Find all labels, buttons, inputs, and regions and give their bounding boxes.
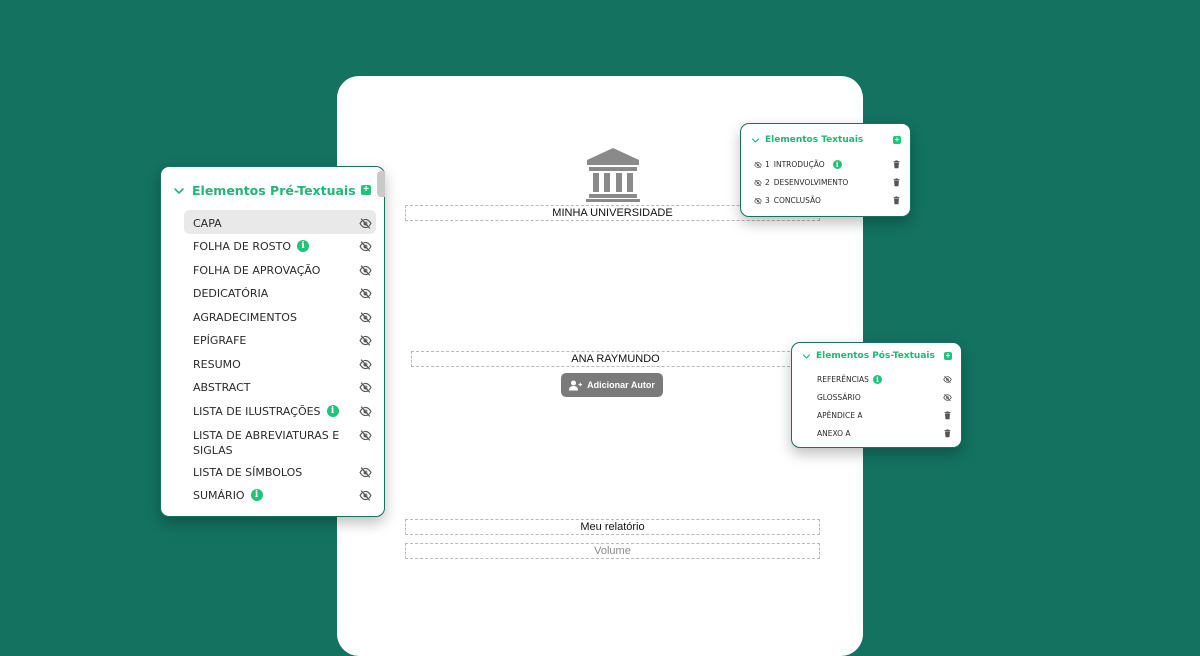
author-field[interactable]: ANA RAYMUNDO <box>411 351 820 367</box>
eye-off-icon[interactable] <box>359 311 372 324</box>
eye-off-icon[interactable] <box>943 375 952 384</box>
pre-textual-item-label: EPÍGRAFE <box>193 334 247 347</box>
textual-item-number: 2 <box>765 178 770 187</box>
info-icon[interactable]: i <box>832 160 842 169</box>
textual-item-label: CONCLUSÃO <box>773 196 821 205</box>
pre-textual-item[interactable]: FOLHA DE ROSTO i <box>193 239 343 254</box>
textual-header[interactable]: Elementos Textuais <box>751 135 863 145</box>
trash-icon[interactable] <box>892 178 901 187</box>
post-textual-item-label: GLOSSÁRIO <box>817 393 861 402</box>
post-textual-item[interactable]: GLOSSÁRIO <box>817 393 861 402</box>
pre-textual-item[interactable]: ABSTRACT <box>193 380 343 395</box>
pre-textual-item[interactable]: LISTA DE ABREVIATURAS E SIGLAS <box>193 428 343 458</box>
post-textual-item[interactable]: ANEXO A <box>817 429 851 438</box>
pre-textual-item-label: LISTA DE SÍMBOLOS <box>193 466 303 479</box>
pre-textual-item-label: FOLHA DE APROVAÇÃO <box>193 264 321 277</box>
textual-item-number: 3 <box>765 196 770 205</box>
add-post-textual-button[interactable]: + <box>944 352 952 360</box>
textual-item[interactable]: 2 DESENVOLVIMENTO <box>765 178 848 187</box>
textual-item-label: DESENVOLVIMENTO <box>773 178 849 187</box>
chevron-down-icon[interactable] <box>751 136 760 145</box>
add-user-icon <box>569 380 583 390</box>
post-textual-item-label: REFERÊNCIAS <box>817 375 869 384</box>
eye-off-icon[interactable] <box>754 161 762 169</box>
eye-off-icon[interactable] <box>359 240 372 253</box>
add-pre-textual-button[interactable]: + <box>361 185 371 195</box>
trash-icon[interactable] <box>892 196 901 205</box>
eye-off-icon[interactable] <box>359 429 372 442</box>
post-textual-panel: Elementos Pós-Textuais + REFERÊNCIAS i GLO… <box>791 342 962 448</box>
pre-textual-title: Elementos Pré-Textuais <box>192 183 356 198</box>
pre-textual-item-label: ABSTRACT <box>193 381 251 394</box>
chevron-down-icon[interactable] <box>173 185 185 197</box>
eye-off-icon[interactable] <box>359 217 372 230</box>
eye-off-icon[interactable] <box>359 489 372 502</box>
trash-icon[interactable] <box>943 411 952 420</box>
add-author-label: Adicionar Autor <box>587 380 655 390</box>
pre-textual-item[interactable]: CAPA <box>193 216 343 231</box>
pre-textual-item[interactable]: AGRADECIMENTOS <box>193 310 343 325</box>
post-textual-item[interactable]: APÊNDICE A <box>817 411 862 420</box>
textual-item-number: 1 <box>765 160 770 169</box>
pre-textual-item[interactable]: LISTA DE SÍMBOLOS <box>193 465 343 480</box>
post-textual-header[interactable]: Elementos Pós-Textuais <box>802 351 935 361</box>
eye-off-icon[interactable] <box>359 466 372 479</box>
pre-textual-item-label: FOLHA DE ROSTO <box>193 240 291 253</box>
info-icon[interactable]: i <box>250 489 263 501</box>
pre-textual-item-label: CAPA <box>193 217 222 230</box>
pre-textual-item[interactable]: RESUMO <box>193 357 343 372</box>
pre-textual-item-label: AGRADECIMENTOS <box>193 311 297 324</box>
textual-panel: Elementos Textuais + 1 INTRODUÇÃO i 2 DESENV… <box>740 123 911 217</box>
add-textual-button[interactable]: + <box>893 136 901 144</box>
scrollbar-thumb[interactable] <box>377 171 385 197</box>
eye-off-icon[interactable] <box>359 264 372 277</box>
textual-item[interactable]: 3 CONCLUSÃO <box>765 196 821 205</box>
info-icon[interactable]: i <box>297 240 309 252</box>
pre-textual-item-label: DEDICATÓRIA <box>193 287 269 300</box>
trash-icon[interactable] <box>943 429 952 438</box>
textual-item-label: INTRODUÇÃO <box>773 160 825 169</box>
add-author-button[interactable]: Adicionar Autor <box>561 373 663 397</box>
eye-off-icon[interactable] <box>754 197 762 205</box>
textual-title: Elementos Textuais <box>765 135 864 145</box>
pre-textual-item-label: SUMÁRIO <box>193 489 245 502</box>
eye-off-icon[interactable] <box>359 334 372 347</box>
eye-off-icon[interactable] <box>359 381 372 394</box>
title-field[interactable]: Meu relatório <box>405 519 820 535</box>
pre-textual-item[interactable]: DEDICATÓRIA <box>193 286 343 301</box>
post-textual-item-label: ANEXO A <box>817 429 851 438</box>
university-building-icon <box>586 148 640 202</box>
post-textual-item[interactable]: REFERÊNCIAS i <box>817 375 882 384</box>
pre-textual-header[interactable]: Elementos Pré-Textuais <box>173 183 356 198</box>
pre-textual-item-label: LISTA DE ILUSTRAÇÕES <box>193 405 321 418</box>
post-textual-item-label: APÊNDICE A <box>817 411 863 420</box>
eye-off-icon[interactable] <box>943 393 952 402</box>
eye-off-icon[interactable] <box>359 287 372 300</box>
pre-textual-item[interactable]: FOLHA DE APROVAÇÃO <box>193 263 343 278</box>
pre-textual-item-label: RESUMO <box>193 358 241 371</box>
trash-icon[interactable] <box>892 160 901 169</box>
pre-textual-item[interactable]: EPÍGRAFE <box>193 333 343 348</box>
textual-item[interactable]: 1 INTRODUÇÃO i <box>765 160 842 169</box>
pre-textual-panel: Elementos Pré-Textuais + CAPA FOLHA DE RO… <box>160 166 385 517</box>
post-textual-title: Elementos Pós-Textuais <box>816 351 935 361</box>
info-icon[interactable]: i <box>326 405 339 417</box>
pre-textual-item[interactable]: LISTA DE ILUSTRAÇÕES i <box>193 404 343 419</box>
info-icon[interactable]: i <box>872 375 882 384</box>
eye-off-icon[interactable] <box>359 358 372 371</box>
volume-field[interactable]: Volume <box>405 543 820 559</box>
chevron-down-icon[interactable] <box>802 352 811 361</box>
pre-textual-item-label: LISTA DE ABREVIATURAS E SIGLAS <box>193 429 340 457</box>
eye-off-icon[interactable] <box>754 179 762 187</box>
eye-off-icon[interactable] <box>359 405 372 418</box>
pre-textual-item[interactable]: SUMÁRIO i <box>193 488 343 503</box>
